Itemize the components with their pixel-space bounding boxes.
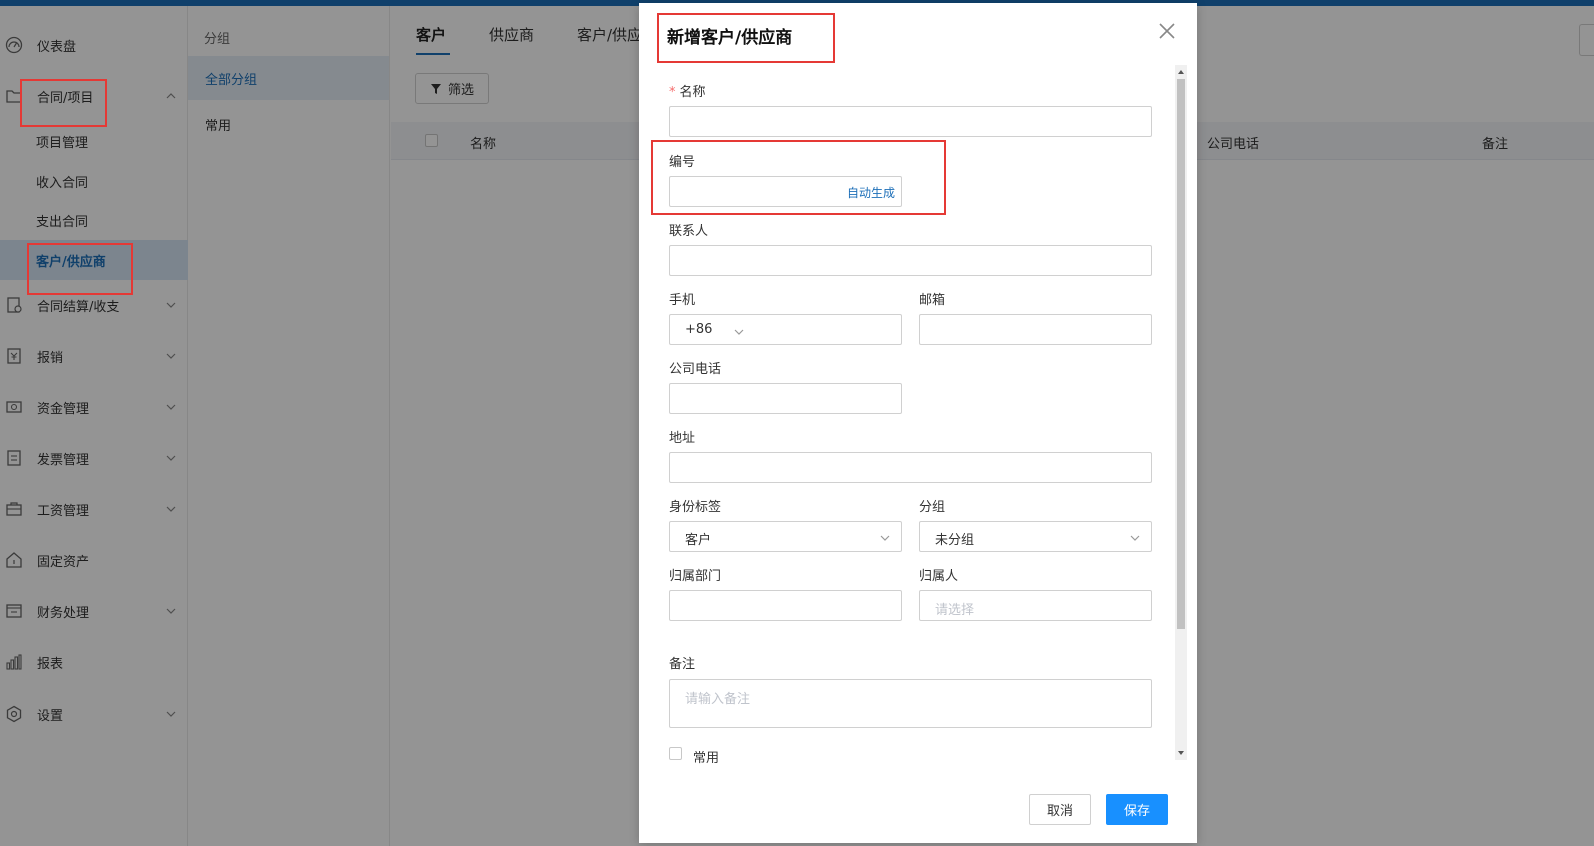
group-select[interactable]: 未分组 (919, 521, 1152, 552)
address-input[interactable] (669, 452, 1152, 483)
name-input[interactable] (669, 106, 1152, 137)
address-label: 地址 (669, 431, 696, 446)
dialog-scrollbar[interactable] (1175, 65, 1187, 760)
contact-label: 联系人 (669, 224, 709, 239)
owner-label: 归属人 (919, 569, 959, 584)
cancel-button[interactable]: 取消 (1029, 794, 1091, 825)
identity-select[interactable]: 客户 (669, 521, 902, 552)
remark-textarea[interactable]: 请输入备注 (669, 679, 1152, 728)
company-phone-input[interactable] (669, 383, 902, 414)
chevron-down-icon (880, 535, 890, 541)
chevron-down-icon (1130, 535, 1140, 541)
phone-input[interactable]: +86 (669, 314, 902, 345)
highlight-box-dialog-title (657, 13, 835, 63)
identity-label: 身份标签 (669, 500, 722, 515)
scroll-up-icon[interactable] (1177, 68, 1185, 76)
department-label: 归属部门 (669, 569, 722, 584)
scroll-thumb[interactable] (1177, 79, 1185, 629)
phone-label: 手机 (669, 293, 696, 308)
chevron-down-icon[interactable] (733, 326, 745, 338)
group-value: 未分组 (935, 533, 975, 548)
remark-label: 备注 (669, 657, 696, 672)
highlight-box-code-field (651, 140, 946, 215)
add-customer-supplier-dialog: 新增客户/供应商 * 名称 编号 自动生成 联系人 手机 +86 邮箱 公司电话 … (639, 3, 1197, 843)
owner-select[interactable]: 请选择 (919, 590, 1152, 621)
highlight-box-contracts (20, 79, 107, 127)
favorite-checkbox[interactable] (669, 747, 682, 760)
favorite-label: 常用 (693, 751, 720, 766)
country-code-select[interactable]: +86 (685, 322, 712, 337)
required-mark: * (669, 85, 676, 100)
department-select[interactable] (669, 590, 902, 621)
identity-value: 客户 (685, 533, 712, 548)
email-input[interactable] (919, 314, 1152, 345)
contact-input[interactable] (669, 245, 1152, 276)
save-button[interactable]: 保存 (1106, 794, 1168, 825)
email-label: 邮箱 (919, 293, 946, 308)
highlight-box-customer-supplier (27, 243, 133, 295)
remark-placeholder: 请输入备注 (685, 692, 751, 707)
group-label: 分组 (919, 500, 946, 515)
close-icon[interactable] (1157, 21, 1177, 41)
company-phone-label: 公司电话 (669, 362, 722, 377)
name-label-text: 名称 (679, 85, 706, 100)
owner-placeholder: 请选择 (935, 603, 975, 618)
name-label: * 名称 (669, 81, 706, 100)
scroll-down-icon[interactable] (1177, 749, 1185, 757)
